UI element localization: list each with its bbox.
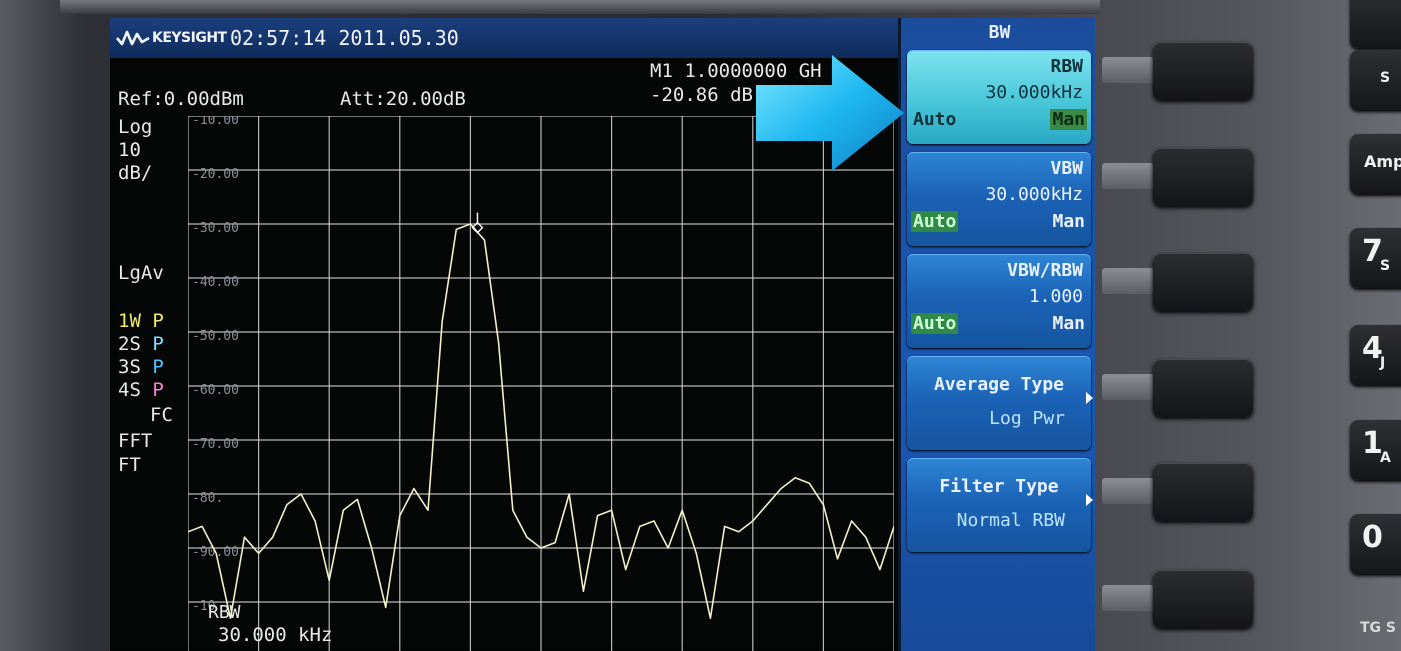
softkey-panel-title: BW	[988, 22, 1011, 43]
softkey-rbw-auto: Auto	[913, 109, 957, 130]
hardware-softkey-2[interactable]	[1153, 148, 1253, 206]
softkey-filter-type-title: Filter Type	[939, 476, 1059, 497]
y-tick-label: -50.00	[192, 329, 239, 344]
softkey-vbw-rbw[interactable]: VBW/RBW 1.000 Auto Man	[907, 254, 1091, 348]
hardware-softkey-5[interactable]	[1153, 463, 1253, 521]
softkey-connector	[1102, 163, 1154, 189]
softkey-connector	[1102, 268, 1154, 294]
softkey-vbw[interactable]: VBW 30.000kHz Auto Man	[907, 152, 1091, 246]
softkey-vbw-rbw-man: Man	[1052, 313, 1085, 334]
softkey-rbw-title: RBW	[1050, 56, 1083, 77]
softkey-connector	[1102, 374, 1154, 400]
trace-3-indicator: 3S P	[118, 356, 164, 378]
y-tick-label: -20.00	[192, 167, 239, 182]
softkey-vbw-auto: Auto	[911, 211, 959, 232]
hardware-key-s[interactable]: S	[1350, 50, 1401, 110]
keysight-wave-icon	[116, 30, 150, 46]
softkey-connector	[1102, 57, 1154, 83]
hardware-key-1[interactable]: 1A	[1350, 420, 1401, 480]
softkey-average-type[interactable]: Average Type Log Pwr	[907, 356, 1093, 450]
hardware-softkey-4[interactable]	[1153, 359, 1253, 417]
marker-amplitude: -20.86 dB	[650, 84, 753, 106]
hardware-key-top[interactable]	[1350, 0, 1401, 48]
y-tick-label: -10.00	[192, 116, 239, 128]
analyzer-screen: KEYSIGHT 02:57:14 2011.05.30 Ref:0.00dBm…	[110, 18, 1095, 651]
softkey-filter-type-value: Normal RBW	[956, 510, 1065, 531]
bezel-top-edge	[60, 0, 1100, 14]
softkey-average-type-title: Average Type	[933, 374, 1065, 395]
ref-level: Ref:0.00dBm	[118, 88, 244, 110]
tg-label: TG S	[1360, 620, 1396, 636]
softkey-vbw-title: VBW	[1050, 158, 1083, 179]
softkey-vbw-value: 30.000kHz	[985, 184, 1083, 205]
y-tick-label: -70.00	[192, 437, 239, 452]
softkey-average-type-value: Log Pwr	[989, 408, 1065, 429]
trace-1-indicator: 1W P	[118, 310, 164, 332]
hardware-softkey-6[interactable]	[1153, 570, 1253, 628]
scale-value: 10	[118, 139, 141, 161]
softkey-rbw-value: 30.000kHz	[985, 82, 1083, 103]
fft-indicator: FFT	[118, 430, 153, 452]
softkey-filter-type[interactable]: Filter Type Normal RBW	[907, 458, 1093, 552]
softkey-connector	[1102, 478, 1154, 504]
y-tick-label: -60.00	[192, 383, 239, 398]
timestamp: 02:57:14 2011.05.30	[230, 26, 459, 50]
hardware-softkey-3[interactable]	[1153, 253, 1253, 311]
brand-logo: KEYSIGHT	[116, 18, 227, 58]
softkey-vbw-rbw-title: VBW/RBW	[1007, 260, 1083, 281]
freq-count-indicator: FC	[150, 404, 173, 426]
softkey-rbw-man: Man	[1050, 109, 1087, 130]
trace-4-indicator: 4S P	[118, 379, 164, 401]
y-tick-label: -80.	[192, 491, 223, 506]
softkey-vbw-rbw-value: 1.000	[1028, 286, 1083, 307]
ft-indicator: FT	[118, 454, 141, 476]
softkey-connector	[1102, 585, 1154, 611]
spectrum-graticule: -10.00 -20.00 -30.00 -40.00 -50.00 -60.00 -70.…	[188, 116, 894, 651]
hardware-softkey-1[interactable]	[1153, 42, 1253, 100]
softkey-vbw-rbw-auto: Auto	[911, 313, 959, 334]
rbw-footer-value: 30.000 kHz	[218, 624, 333, 646]
hardware-key-0[interactable]: 0	[1350, 514, 1401, 574]
attenuation: Att:20.00dB	[340, 88, 466, 110]
submenu-arrow-icon	[1086, 494, 1093, 506]
average-type: LgAv	[118, 262, 164, 284]
trace-2-indicator: 2S P	[118, 333, 164, 355]
title-bar: KEYSIGHT 02:57:14 2011.05.30	[110, 18, 900, 58]
y-tick-label: -40.00	[192, 275, 239, 290]
scale-unit: dB/	[118, 162, 153, 184]
y-tick-label: -30.00	[192, 221, 239, 236]
softkey-vbw-man: Man	[1052, 211, 1085, 232]
highlight-arrow-icon	[756, 55, 904, 171]
submenu-arrow-icon	[1086, 392, 1093, 404]
hardware-key-amp[interactable]: Amp	[1350, 134, 1401, 194]
hardware-key-4[interactable]: 4J	[1350, 325, 1401, 385]
softkey-panel: BW RBW 30.000kHz Auto Man VBW 30.000kHz …	[898, 18, 1095, 651]
rbw-footer-label: RBW	[208, 602, 241, 623]
scale-type: Log	[118, 116, 153, 138]
hardware-key-7[interactable]: 7S	[1350, 228, 1401, 288]
brand-name: KEYSIGHT	[152, 30, 227, 46]
softkey-rbw[interactable]: RBW 30.000kHz Auto Man	[907, 50, 1091, 144]
